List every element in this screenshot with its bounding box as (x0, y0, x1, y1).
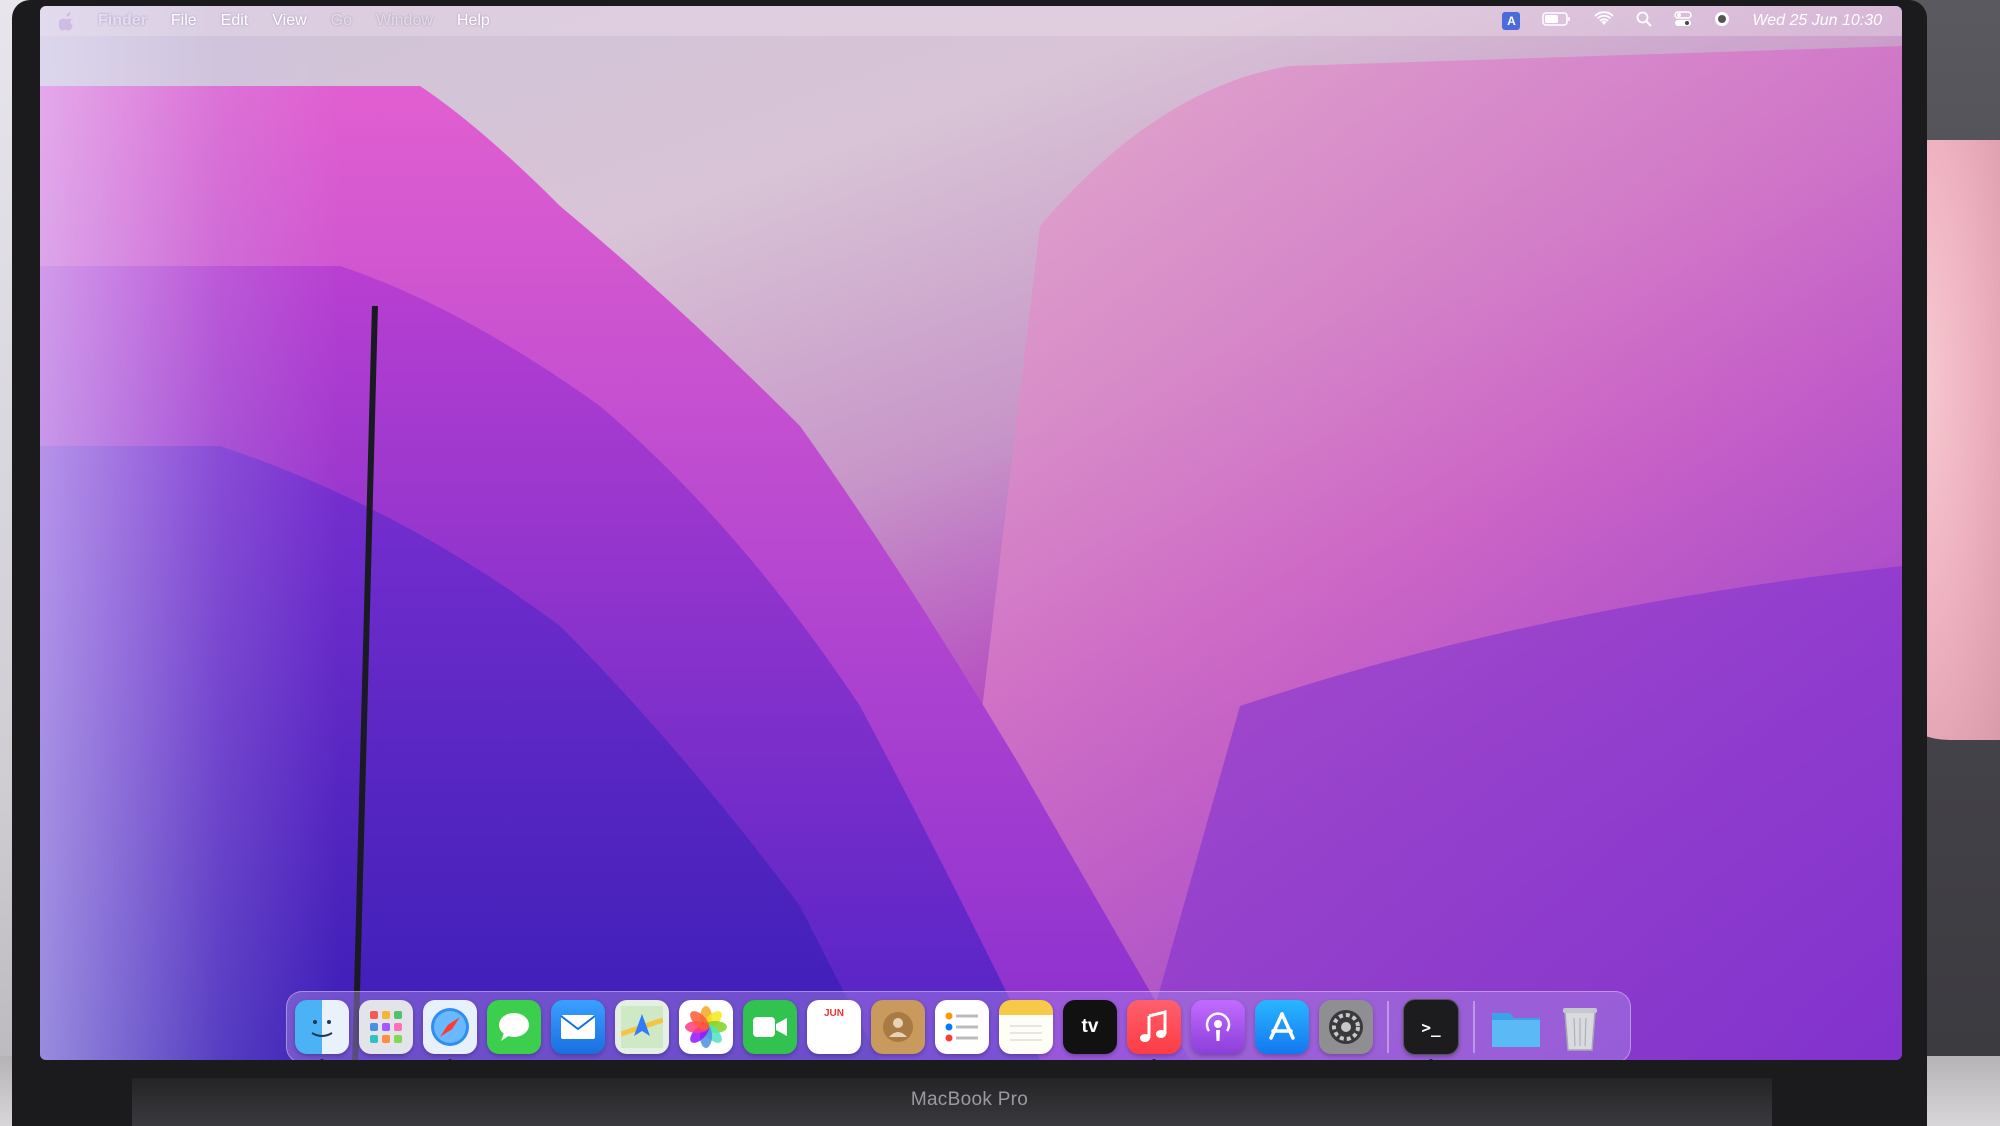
reminders-icon[interactable] (935, 1000, 989, 1054)
menu-file[interactable]: File (171, 12, 197, 30)
dock: JUN 25 tv >_ (286, 991, 1631, 1060)
downloads-folder-icon[interactable] (1489, 1000, 1543, 1054)
apple-tv-icon[interactable]: tv (1063, 1000, 1117, 1054)
running-indicator (448, 1059, 452, 1060)
terminal-icon[interactable]: >_ (1403, 999, 1459, 1060)
laptop-lid: Finder File Edit View Go Window Help A W… (12, 0, 1927, 1126)
menu-view[interactable]: View (272, 12, 306, 30)
safari-icon[interactable] (423, 1000, 477, 1060)
running-indicator (1152, 1059, 1156, 1060)
device-brand-label: MacBook Pro (910, 1089, 1029, 1110)
keyboard-input-icon[interactable]: A (1502, 12, 1521, 30)
control-center-icon[interactable] (1674, 10, 1693, 32)
podcasts-icon[interactable] (1191, 1000, 1245, 1054)
screen: Finder File Edit View Go Window Help A W… (40, 6, 1902, 1060)
contacts-icon[interactable] (871, 1000, 925, 1054)
system-settings-icon[interactable] (1319, 1000, 1373, 1054)
dock-separator (1473, 1001, 1475, 1053)
apple-tv-label: tv (1081, 1016, 1099, 1037)
apple-icon[interactable] (54, 8, 80, 34)
trash-icon[interactable] (1553, 1000, 1607, 1054)
calendar-month: JUN (823, 1007, 844, 1019)
facetime-icon[interactable] (743, 1000, 797, 1054)
music-icon[interactable] (1127, 1000, 1181, 1060)
menu-help[interactable]: Help (457, 12, 490, 30)
mail-icon[interactable] (551, 1000, 605, 1054)
maps-icon[interactable] (615, 1000, 669, 1054)
dock-separator (1387, 1001, 1389, 1053)
screen-glare (40, 6, 340, 1060)
finder-icon[interactable] (295, 1000, 349, 1060)
menu-go[interactable]: Go (331, 12, 352, 30)
app-store-icon[interactable] (1255, 1000, 1309, 1054)
terminal-label: >_ (1421, 1017, 1441, 1037)
menu-bar: Finder File Edit View Go Window Help A W… (40, 6, 1902, 36)
menu-bar-clock[interactable]: Wed 25 Jun 10:30 (1752, 12, 1882, 30)
notes-icon[interactable] (999, 1000, 1053, 1054)
menu-bar-status-area: A Wed 25 Jun 10:30 (1502, 6, 1882, 36)
messages-icon[interactable] (487, 1000, 541, 1054)
calendar-day: 25 (818, 1017, 850, 1049)
calendar-icon[interactable]: JUN 25 (807, 1000, 861, 1054)
menu-app-name[interactable]: Finder (98, 12, 147, 30)
launchpad-icon[interactable] (359, 1000, 413, 1054)
photos-icon[interactable] (679, 1000, 733, 1054)
siri-icon[interactable] (1714, 11, 1730, 32)
running-indicator (320, 1059, 324, 1060)
running-indicator (1429, 1059, 1433, 1060)
menu-edit[interactable]: Edit (221, 12, 249, 30)
spotlight-search-icon[interactable] (1636, 11, 1653, 32)
battery-icon[interactable] (1542, 11, 1572, 31)
wifi-icon[interactable] (1594, 11, 1615, 31)
menu-window[interactable]: Window (376, 12, 433, 30)
